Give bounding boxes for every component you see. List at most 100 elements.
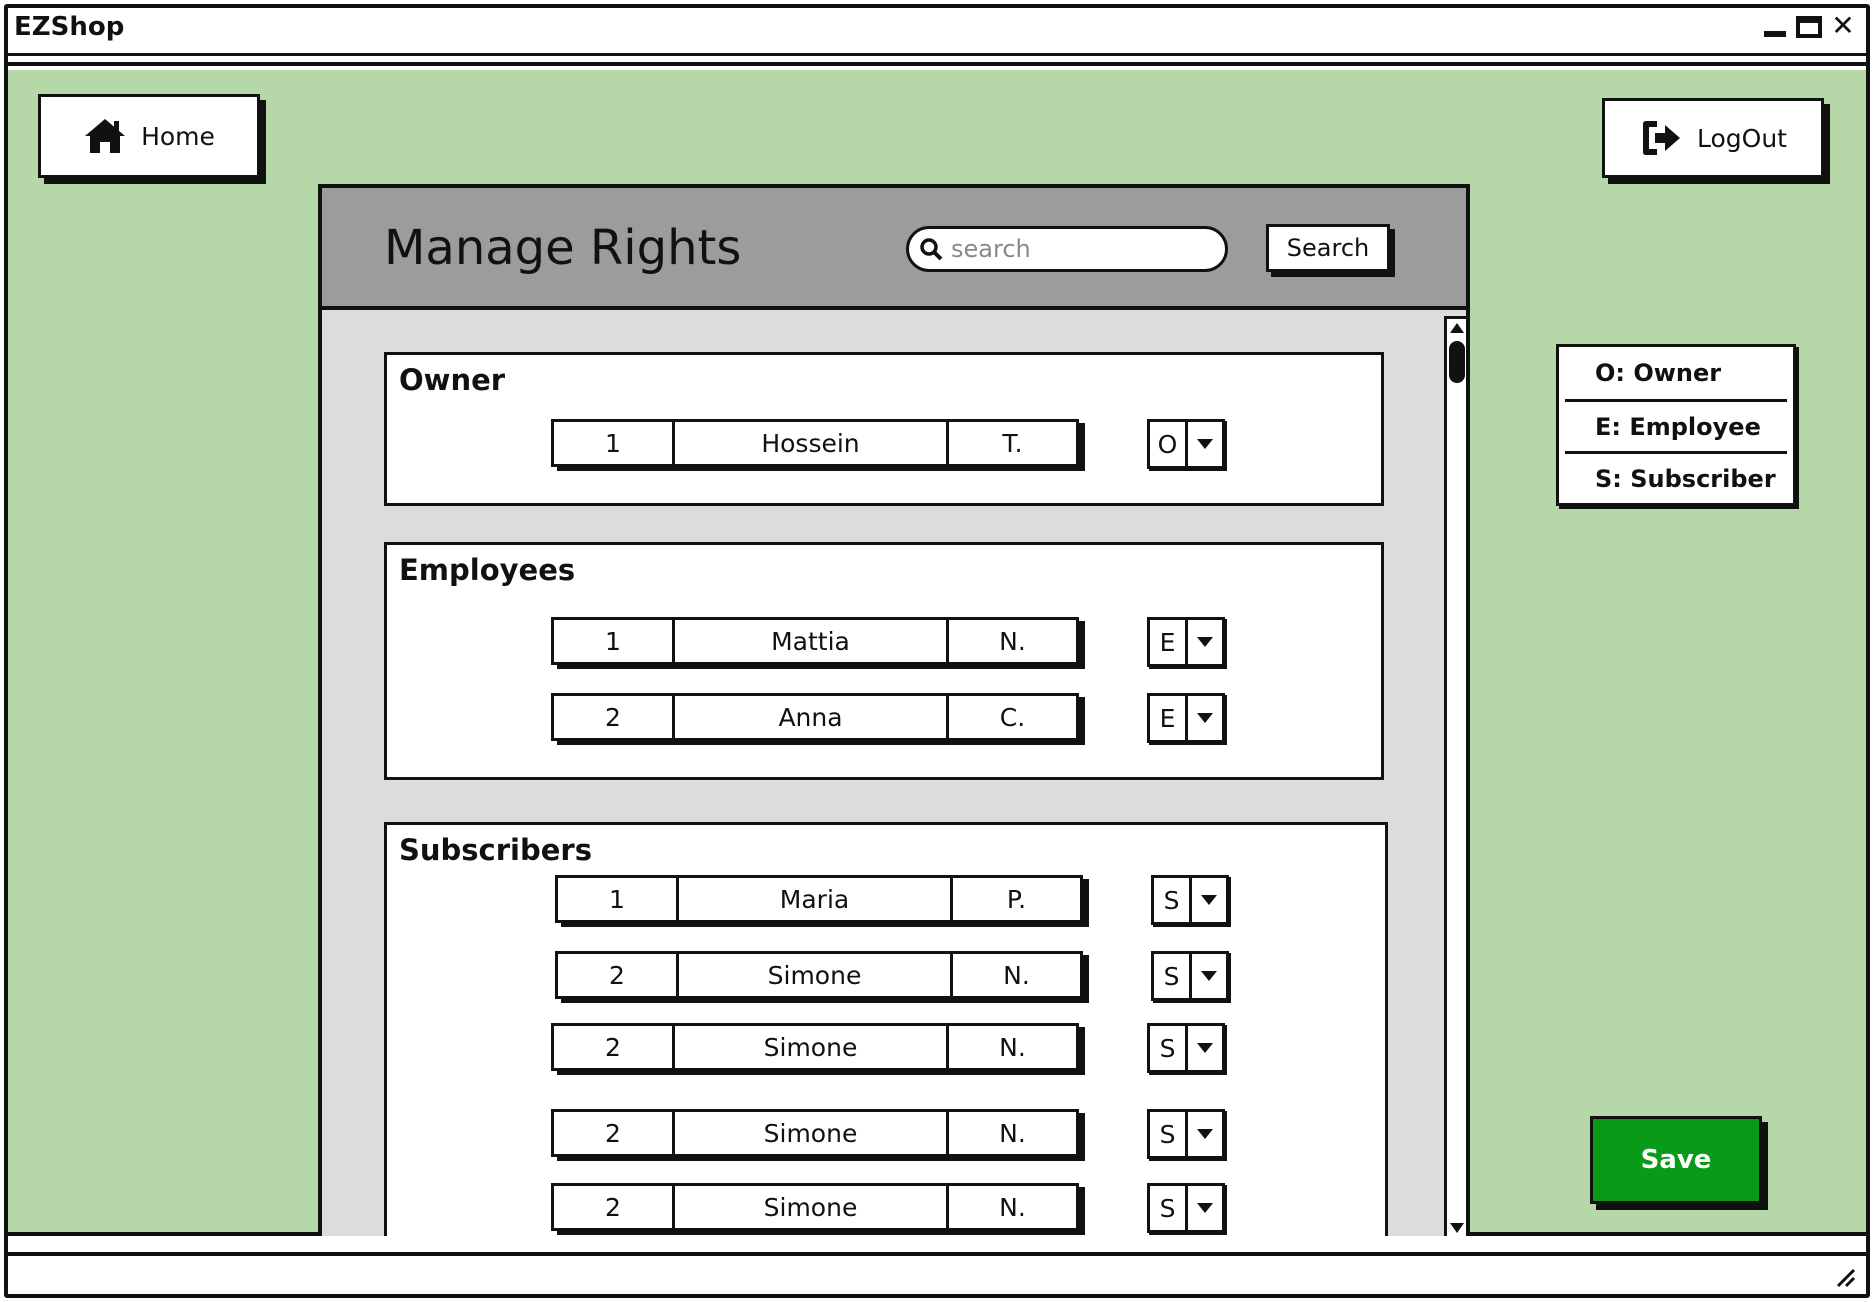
chevron-down-icon[interactable] — [1188, 1186, 1222, 1230]
minimize-icon[interactable] — [1762, 14, 1788, 40]
user-name: Mattia — [672, 620, 946, 662]
scroll-up-arrow-icon[interactable] — [1450, 323, 1464, 333]
user-name: Simone — [672, 1186, 946, 1228]
window-controls: ✕ — [1762, 12, 1856, 40]
user-name: Maria — [676, 878, 950, 920]
group-title-subscribers: Subscribers — [399, 833, 592, 867]
role-dropdown[interactable]: E — [1147, 617, 1225, 667]
role-dropdown[interactable]: S — [1147, 1109, 1225, 1159]
save-button[interactable]: Save — [1590, 1116, 1762, 1204]
search-field — [906, 226, 1228, 272]
role-value: O — [1150, 422, 1188, 466]
maximize-icon[interactable] — [1796, 16, 1822, 38]
role-value: S — [1150, 1112, 1188, 1156]
page-title: Manage Rights — [384, 220, 742, 276]
chevron-down-icon[interactable] — [1188, 1112, 1222, 1156]
search-input[interactable] — [951, 235, 1201, 263]
role-value: S — [1154, 954, 1192, 998]
user-initial: N. — [946, 1186, 1076, 1228]
employees-group: Employees 1 Mattia N. E 2 Anna C. E — [384, 542, 1384, 780]
table-row: 1 Mattia N. — [551, 617, 1079, 665]
role-value: S — [1150, 1186, 1188, 1230]
role-value: S — [1150, 1026, 1188, 1070]
user-id: 2 — [605, 1118, 621, 1148]
user-id: 2 — [605, 1192, 621, 1222]
user-record: 2 Anna C. — [551, 693, 1079, 741]
user-initial: T. — [946, 422, 1076, 464]
user-record: 1 Mattia N. — [551, 617, 1079, 665]
role-dropdown[interactable]: S — [1147, 1183, 1225, 1233]
user-id: 2 — [605, 702, 621, 732]
chevron-down-icon[interactable] — [1188, 422, 1222, 466]
subscribers-group: Subscribers 1 Maria P. S 2 Simone N. S 2… — [384, 822, 1388, 1236]
user-record: 2 Simone N. — [551, 1023, 1079, 1071]
role-value: E — [1150, 620, 1188, 664]
user-initial: C. — [946, 696, 1076, 738]
legend-owner: O: Owner — [1595, 359, 1722, 387]
table-row: 2 Anna C. — [551, 693, 1079, 741]
close-icon[interactable]: ✕ — [1830, 12, 1856, 40]
title-divider — [4, 62, 1870, 66]
user-name: Anna — [672, 696, 946, 738]
role-legend: O: Owner E: Employee S: Subscriber — [1556, 344, 1796, 506]
table-row: 1 Hossein T. — [551, 419, 1079, 467]
logout-button[interactable]: LogOut — [1602, 98, 1824, 178]
role-dropdown[interactable]: E — [1147, 693, 1225, 743]
user-name: Simone — [676, 954, 950, 996]
user-record: 1 Maria P. — [555, 875, 1083, 923]
logout-label: LogOut — [1697, 123, 1787, 153]
user-record: 1 Hossein T. — [551, 419, 1079, 467]
legend-employee: E: Employee — [1565, 399, 1787, 451]
home-label: Home — [141, 121, 215, 151]
legend-subscriber: S: Subscriber — [1565, 451, 1787, 503]
status-bar — [4, 1252, 1870, 1298]
chevron-down-icon[interactable] — [1188, 696, 1222, 740]
search-button[interactable]: Search — [1266, 224, 1390, 272]
role-value: S — [1154, 878, 1192, 922]
chevron-down-icon[interactable] — [1192, 954, 1226, 998]
user-id: 2 — [609, 960, 625, 990]
manage-rights-panel: Manage Rights Search Owner 1 Hossein T. … — [318, 184, 1470, 1236]
user-id: 1 — [609, 884, 625, 914]
scroll-thumb[interactable] — [1449, 341, 1465, 383]
user-initial: N. — [950, 954, 1080, 996]
user-initial: N. — [946, 1112, 1076, 1154]
user-initial: P. — [950, 878, 1080, 920]
owner-group: Owner 1 Hossein T. O — [384, 352, 1384, 506]
user-name: Simone — [672, 1026, 946, 1068]
user-name: Simone — [672, 1112, 946, 1154]
table-row: 2 Simone N. — [551, 1109, 1079, 1157]
user-initial: N. — [946, 1026, 1076, 1068]
user-id: 1 — [605, 626, 621, 656]
home-button[interactable]: Home — [38, 94, 260, 178]
role-dropdown[interactable]: S — [1151, 951, 1229, 1001]
chevron-down-icon[interactable] — [1188, 620, 1222, 664]
user-record: 2 Simone N. — [551, 1109, 1079, 1157]
user-initial: N. — [946, 620, 1076, 662]
group-title-owner: Owner — [399, 363, 506, 397]
role-dropdown[interactable]: O — [1147, 419, 1225, 469]
user-id: 1 — [605, 428, 621, 458]
user-id: 2 — [605, 1032, 621, 1062]
home-icon — [85, 119, 126, 153]
table-row: 2 Simone N. — [555, 951, 1083, 999]
scrollbar[interactable] — [1444, 316, 1466, 1236]
table-row: 1 Maria P. — [555, 875, 1083, 923]
role-dropdown[interactable]: S — [1151, 875, 1229, 925]
chevron-down-icon[interactable] — [1192, 878, 1226, 922]
user-name: Hossein — [672, 422, 946, 464]
chevron-down-icon[interactable] — [1188, 1026, 1222, 1070]
user-record: 2 Simone N. — [551, 1183, 1079, 1231]
resize-grip-icon[interactable] — [1834, 1266, 1856, 1288]
table-row: 2 Simone N. — [551, 1183, 1079, 1231]
role-dropdown[interactable]: S — [1147, 1023, 1225, 1073]
logout-icon — [1643, 121, 1680, 155]
table-row: 2 Simone N. — [551, 1023, 1079, 1071]
scroll-down-arrow-icon[interactable] — [1450, 1223, 1464, 1233]
panel-header: Manage Rights Search — [322, 188, 1466, 310]
search-icon — [920, 238, 943, 261]
user-record: 2 Simone N. — [555, 951, 1083, 999]
group-title-employees: Employees — [399, 553, 576, 587]
app-title: EZShop — [14, 12, 125, 42]
role-value: E — [1150, 696, 1188, 740]
